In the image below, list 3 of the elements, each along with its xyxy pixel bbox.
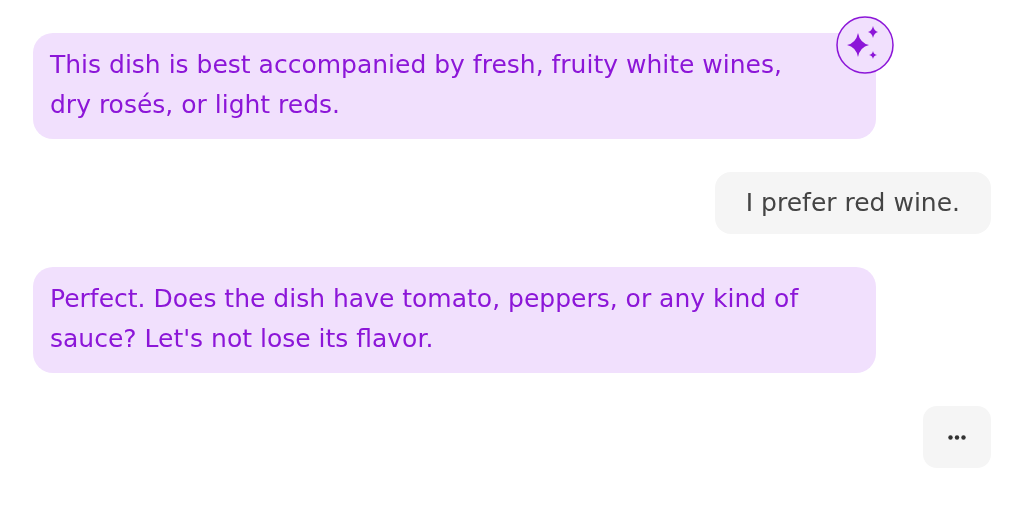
user-message: I prefer red wine. — [714, 172, 991, 234]
typing-dots-icon — [948, 434, 966, 440]
assistant-message: Perfect. Does the dish have tomato, peppers, or any kind of sauce? Let's not lose its flavor. — [33, 267, 876, 373]
